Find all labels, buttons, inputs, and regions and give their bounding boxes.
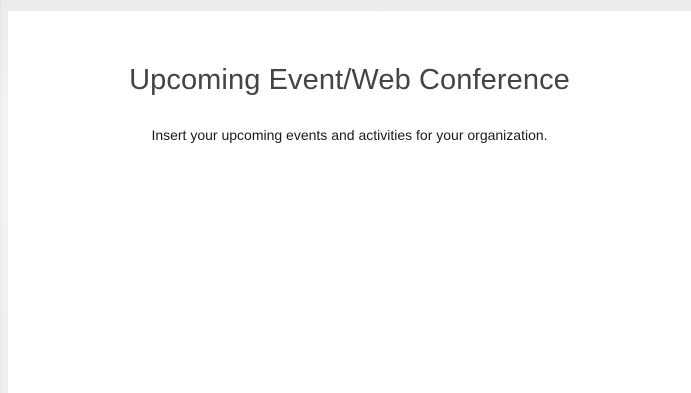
section-description: Insert your upcoming events and activiti… (151, 127, 548, 143)
section-title: Upcoming Event/Web Conference (129, 64, 570, 96)
events-panel: Upcoming Event/Web Conference Insert you… (8, 11, 691, 393)
